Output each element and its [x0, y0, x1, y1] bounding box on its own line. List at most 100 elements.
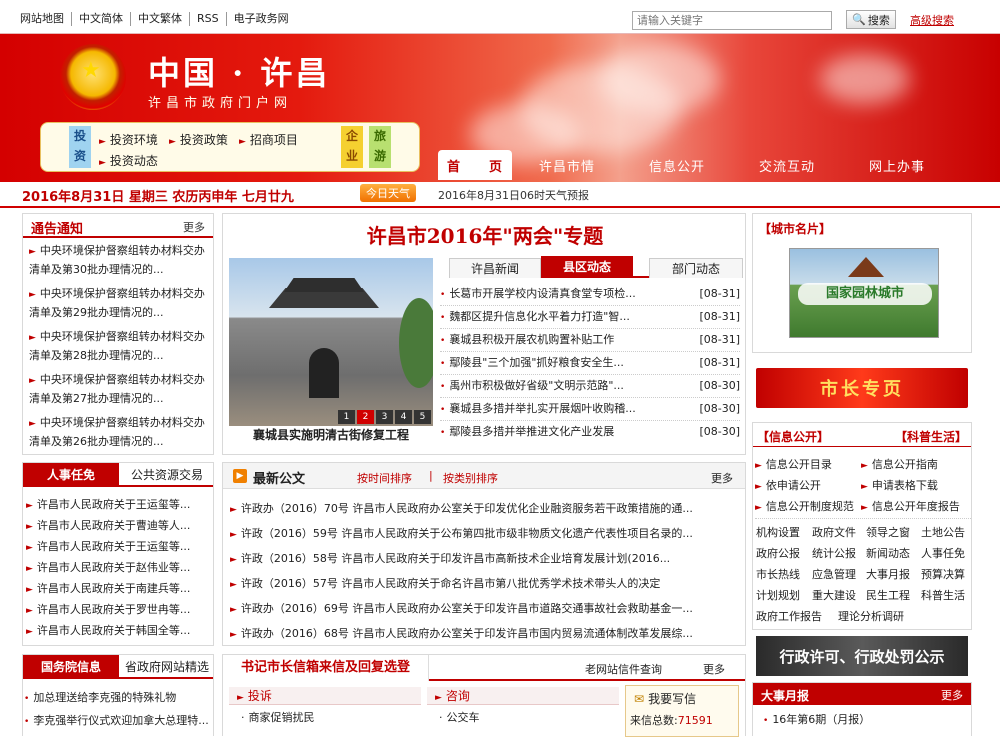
latest-docs-more[interactable]: 更多	[711, 470, 733, 486]
grid-item-livelihood[interactable]: 民生工程	[866, 587, 910, 603]
list-item[interactable]: • 鄢陵县"三个加强"抓好粮食安全生... [08-31]	[440, 352, 740, 375]
mailbox-title[interactable]: 书记市长信箱来信及回复选登	[223, 655, 429, 681]
list-item[interactable]: • 鄢陵县多措并举推进文化产业发展 [08-30]	[440, 421, 740, 444]
invest-link-policy[interactable]: ► 投资政策	[169, 131, 228, 148]
invest-link-projects[interactable]: ► 招商项目	[239, 131, 298, 148]
list-item[interactable]: ► 许昌市人民政府关于南建兵等...	[26, 580, 216, 596]
tourism-label[interactable]: 旅游	[369, 126, 391, 168]
top-link-egov[interactable]: 电子政务网	[227, 12, 296, 26]
grid-item-gazette[interactable]: 政府公报	[756, 545, 800, 561]
mailbox-more[interactable]: 更多	[703, 661, 725, 677]
grid-item-budget[interactable]: 预算决算	[921, 566, 965, 582]
table-row[interactable]: ► 许政（2016）58号 许昌市人民政府关于印发许昌市高新技术企业培育发展计划(…	[230, 550, 740, 566]
list-item[interactable]: • 禹州市积极做好省级"文明示范路"... [08-30]	[440, 375, 740, 398]
photo-pager-3[interactable]: 3	[376, 410, 393, 424]
info-link-forms[interactable]: ► 申请表格下载	[861, 477, 938, 493]
notice-item[interactable]: ► 中央环境保护督察组转办材料交办清单及第27批办理情况的...	[29, 371, 214, 408]
grid-item-planning[interactable]: 计划规划	[756, 587, 800, 603]
list-item[interactable]: • 襄城县积极开展农机购置补贴工作 [08-31]	[440, 329, 740, 352]
table-row[interactable]: ► 许政（2016）59号 许昌市人民政府关于公布第四批市级非物质文化遗产代表性项…	[230, 525, 740, 541]
science-life-title[interactable]: 【科普生活】	[895, 428, 967, 445]
photo-pager-2[interactable]: 2	[357, 410, 374, 424]
photo-pager-5[interactable]: 5	[414, 410, 431, 424]
grid-item-leaders[interactable]: 领导之窗	[866, 524, 910, 540]
list-item[interactable]: ► 许昌市人民政府关于罗世冉等...	[26, 601, 216, 617]
list-item[interactable]: ► 许昌市人民政府关于韩国全等...	[26, 622, 216, 638]
list-item[interactable]: • 魏都区提升信息化水平着力打造"智... [08-31]	[440, 306, 740, 329]
list-item[interactable]: ► 许昌市人民政府关于曹迪等人...	[26, 517, 216, 533]
info-link-guide[interactable]: ► 信息公开指南	[861, 456, 938, 472]
sort-by-time[interactable]: 按时间排序	[357, 470, 412, 486]
tab-state-council[interactable]: 国务院信息	[23, 655, 119, 679]
old-site-letters-link[interactable]: 老网站信件查询	[585, 661, 662, 677]
photo-pager-1[interactable]: 1	[338, 410, 355, 424]
notice-item[interactable]: ► 中央环境保护督察组转办材料交办清单及第26批办理情况的...	[29, 414, 214, 451]
monthly-report-more[interactable]: 更多	[941, 687, 963, 703]
grid-item-monthly[interactable]: 大事月报	[866, 566, 910, 582]
notice-item[interactable]: ► 中央环境保护督察组转办材料交办清单及第30批办理情况的...	[29, 242, 214, 279]
list-item[interactable]: ► 许昌市人民政府关于王运玺等...	[26, 496, 216, 512]
top-link-traditional[interactable]: 中文繁体	[131, 12, 190, 26]
enterprise-label[interactable]: 企业	[341, 126, 363, 168]
list-item[interactable]: ► 许昌市人民政府关于王运玺等...	[26, 538, 216, 554]
nav-info-open[interactable]: 信息公开	[622, 150, 732, 180]
city-card-image[interactable]: 国家园林城市	[789, 248, 939, 338]
info-link-catalog[interactable]: ► 信息公开目录	[755, 456, 832, 472]
permit-penalty-banner[interactable]: 行政许可、行政处罚公示	[756, 636, 968, 676]
search-button[interactable]: 🔍 搜索	[846, 10, 896, 29]
grid-item-org[interactable]: 机构设置	[756, 524, 800, 540]
consult-item[interactable]: · 公交车	[439, 709, 480, 725]
grid-item-science[interactable]: 科普生活	[921, 587, 965, 603]
list-item[interactable]: ► 许昌市人民政府关于赵伟业等...	[26, 559, 216, 575]
top-link-simplified[interactable]: 中文简体	[72, 12, 131, 26]
invest-link-environment[interactable]: ► 投资环境	[99, 131, 158, 148]
nav-home[interactable]: 首 页	[438, 150, 512, 180]
notice-item[interactable]: ► 中央环境保护督察组转办材料交办清单及第28批办理情况的...	[29, 328, 214, 365]
info-link-annual-report[interactable]: ► 信息公开年度报告	[861, 498, 960, 514]
tab-department-news[interactable]: 部门动态	[649, 258, 743, 278]
invest-label[interactable]: 投资	[69, 126, 91, 168]
notice-more-link[interactable]: 更多	[183, 219, 205, 235]
info-link-rules[interactable]: ► 信息公开制度规范	[755, 498, 854, 514]
tab-personnel[interactable]: 人事任免	[23, 463, 119, 487]
featured-photo[interactable]: 1 2 3 4 5	[229, 258, 433, 426]
grid-item-theory[interactable]: 理论分析调研	[838, 608, 904, 624]
tab-public-resources[interactable]: 公共资源交易	[119, 463, 215, 487]
grid-item-docs[interactable]: 政府文件	[812, 524, 856, 540]
tab-city-news[interactable]: 许昌新闻	[449, 258, 541, 278]
advanced-search-link[interactable]: 高级搜索	[910, 12, 954, 28]
list-item[interactable]: • 加总理送给李克强的特殊礼物	[24, 689, 214, 705]
top-link-sitemap[interactable]: 网站地图	[20, 12, 72, 26]
info-link-apply[interactable]: ► 依申请公开	[755, 477, 821, 493]
complaint-item[interactable]: · 商家促销扰民	[241, 709, 315, 725]
grid-item-hotline[interactable]: 市长热线	[756, 566, 800, 582]
tab-province-picks[interactable]: 省政府网站精选	[119, 655, 215, 679]
nav-city-info[interactable]: 许昌市情	[512, 150, 622, 180]
top-link-rss[interactable]: RSS	[190, 12, 227, 26]
weather-forecast[interactable]: 2016年8月31日06时天气预报	[438, 187, 589, 203]
grid-item-construction[interactable]: 重大建设	[812, 587, 856, 603]
weather-button[interactable]: 今日天气	[360, 184, 416, 202]
list-item[interactable]: • 长葛市开展学校内设清真食堂专项检... [08-31]	[440, 283, 740, 306]
table-row[interactable]: ► 许政办（2016）68号 许昌市人民政府办公室关于印发许昌市国内贸易流通体制改…	[230, 625, 740, 641]
table-row[interactable]: ► 许政办（2016）70号 许昌市人民政府办公室关于印发优化企业融资服务若干政策…	[230, 500, 740, 516]
photo-pager-4[interactable]: 4	[395, 410, 412, 424]
list-item[interactable]: • 李克强举行仪式欢迎加拿大总理特...	[24, 712, 214, 728]
invest-link-news[interactable]: ► 投资动态	[99, 152, 158, 169]
mayor-page-banner[interactable]: 市长专页	[756, 368, 968, 408]
grid-item-work-report[interactable]: 政府工作报告	[756, 608, 822, 624]
grid-item-news[interactable]: 新闻动态	[866, 545, 910, 561]
photo-caption[interactable]: 襄城县实施明清古街修复工程	[229, 426, 433, 443]
search-input[interactable]	[632, 11, 832, 30]
sort-by-category[interactable]: 按类别排序	[443, 470, 498, 486]
tab-county-news[interactable]: 县区动态	[541, 256, 633, 278]
notice-item[interactable]: ► 中央环境保护督察组转办材料交办清单及第29批办理情况的...	[29, 285, 214, 322]
nav-online-service[interactable]: 网上办事	[842, 150, 952, 180]
write-letter-button[interactable]: ✉ 我要写信	[634, 690, 696, 707]
table-row[interactable]: ► 许政办（2016）69号 许昌市人民政府办公室关于印发许昌市道路交通事故社会救…	[230, 600, 740, 616]
grid-item-appointments[interactable]: 人事任免	[921, 545, 965, 561]
table-row[interactable]: ► 许政（2016）57号 许昌市人民政府关于命名许昌市第八批优秀学术技术带头人的…	[230, 575, 740, 591]
grid-item-stats[interactable]: 统计公报	[812, 545, 856, 561]
monthly-report-item[interactable]: • 16年第6期（月报）	[763, 711, 870, 727]
grid-item-emergency[interactable]: 应急管理	[812, 566, 856, 582]
